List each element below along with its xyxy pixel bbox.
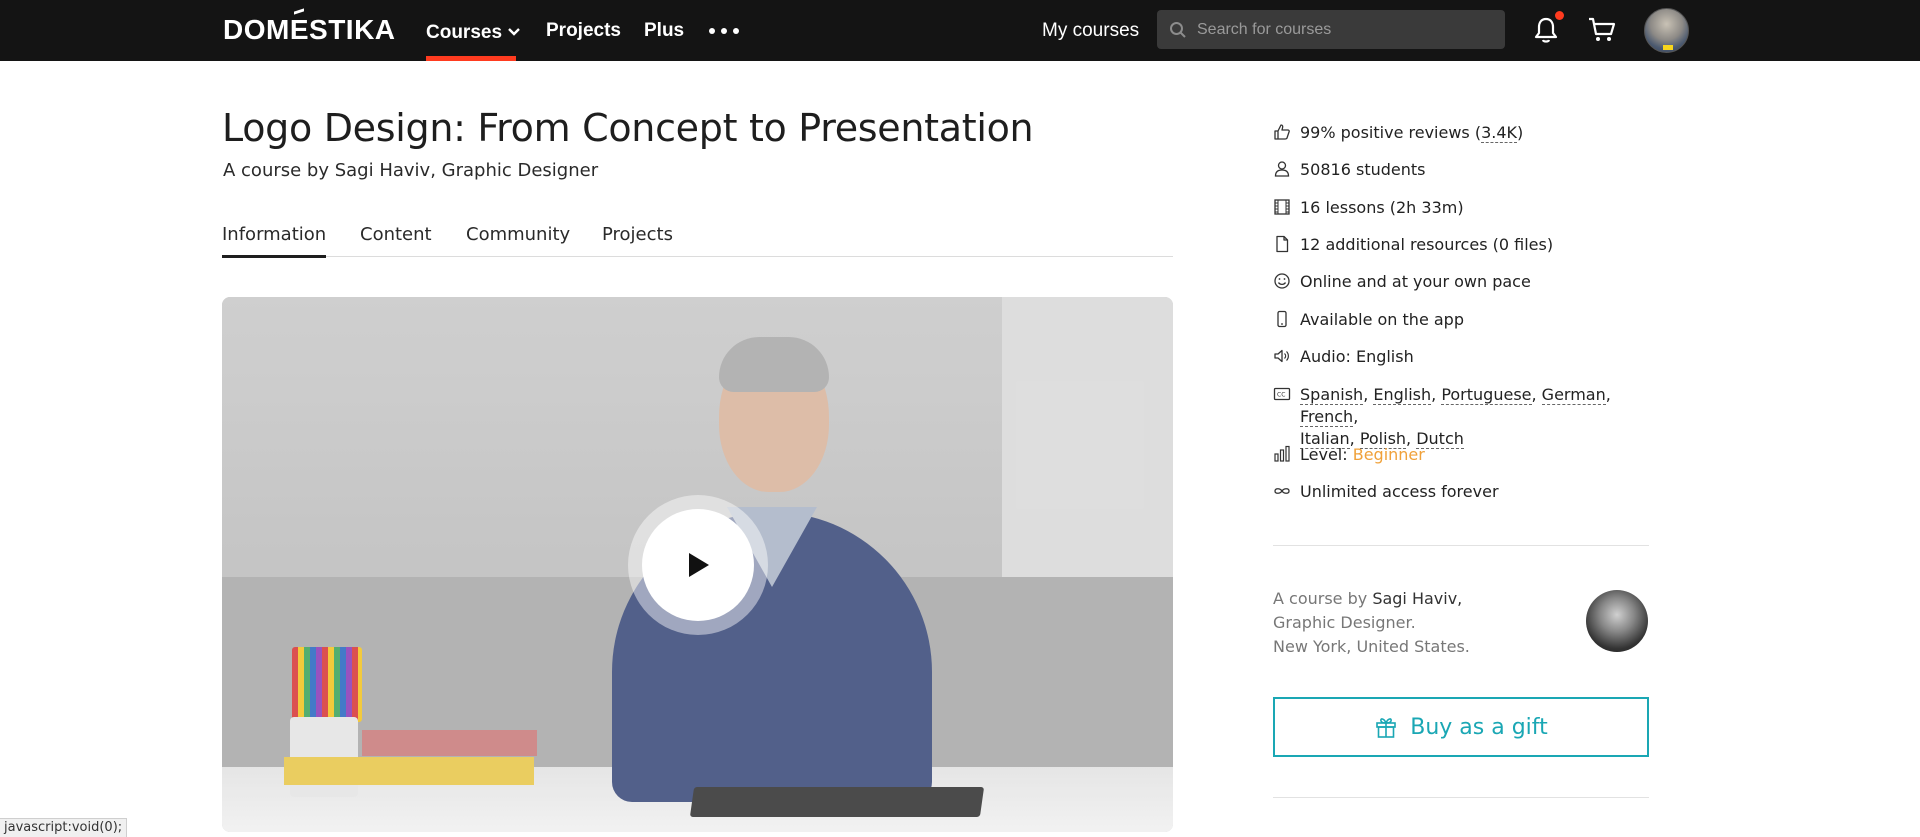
film-icon [1274, 199, 1290, 215]
nav-plus[interactable]: Plus [644, 0, 684, 61]
fact-audio: Audio: English [1273, 346, 1414, 368]
smiley-icon [1274, 273, 1290, 289]
user-icon [1274, 161, 1290, 177]
fact-pace: Online and at your own pace [1273, 271, 1531, 293]
subtitle-language[interactable]: French [1300, 407, 1354, 427]
subtitle-language[interactable]: English [1373, 385, 1432, 405]
author-location: New York, United States. [1273, 637, 1470, 656]
nav-courses[interactable]: Courses [426, 0, 520, 61]
top-navigation-bar: DOMESTIKA Courses Projects Plus My cours… [0, 0, 1920, 61]
fact-subtitles: CC Spanish, English, Portuguese, German,… [1273, 384, 1640, 450]
divider [1273, 545, 1649, 546]
closed-captions-icon: CC [1273, 387, 1291, 401]
tab-content[interactable]: Content [360, 222, 432, 257]
course-title: Logo Design: From Concept to Presentatio… [222, 106, 1034, 150]
subtitle-language[interactable]: Spanish [1300, 385, 1364, 405]
author-prefix: A course by [1273, 589, 1373, 608]
lessons-count: 16 lessons (2h 33m) [1300, 198, 1464, 217]
divider [1273, 797, 1649, 798]
notification-dot [1555, 11, 1564, 20]
reviews-suffix: ) [1517, 123, 1524, 142]
search-bar[interactable] [1157, 10, 1505, 49]
audio-language: Audio: English [1300, 347, 1414, 366]
search-input[interactable] [1197, 20, 1505, 39]
play-button[interactable] [628, 495, 768, 635]
author-info: A course by Sagi Haviv, Graphic Designer… [1273, 587, 1573, 659]
tab-community[interactable]: Community [466, 222, 570, 257]
course-trailer-video[interactable] [222, 297, 1173, 832]
play-icon [642, 509, 754, 621]
level-value: Beginner [1352, 445, 1425, 464]
fact-access: Unlimited access forever [1273, 481, 1499, 503]
fact-resources: 12 additional resources (0 files) [1273, 234, 1553, 256]
infinity-icon [1274, 488, 1290, 494]
tab-information[interactable]: Information [222, 222, 327, 258]
more-menu-icon[interactable] [709, 0, 739, 61]
chevron-down-icon [508, 0, 520, 61]
app-availability: Available on the app [1300, 310, 1464, 329]
user-avatar[interactable] [1644, 8, 1689, 53]
pace-text: Online and at your own pace [1300, 272, 1531, 291]
nav-my-courses[interactable]: My courses [1042, 0, 1139, 61]
thumbs-up-icon [1274, 124, 1290, 140]
access-text: Unlimited access forever [1300, 482, 1499, 501]
fact-lessons: 16 lessons (2h 33m) [1273, 197, 1464, 219]
svg-text:CC: CC [1277, 392, 1285, 399]
buy-as-gift-button[interactable]: Buy as a gift [1273, 697, 1649, 757]
author-avatar[interactable] [1586, 590, 1648, 652]
speaker-icon [1274, 349, 1289, 363]
fact-reviews: 99% positive reviews (3.4K) [1273, 122, 1523, 144]
gift-icon [1376, 718, 1397, 738]
fact-level: Level: Beginner [1273, 444, 1425, 466]
browser-status-bar: javascript:void(0); [0, 818, 128, 837]
active-nav-indicator [426, 56, 516, 61]
level-label: Level: [1300, 445, 1353, 464]
tab-projects[interactable]: Projects [602, 222, 673, 257]
author-name-link[interactable]: Sagi Haviv, [1372, 589, 1462, 608]
document-icon [1276, 235, 1289, 253]
students-count: 50816 students [1300, 160, 1426, 179]
nav-courses-label: Courses [426, 22, 503, 43]
resources-count: 12 additional resources (0 files) [1300, 235, 1554, 254]
subtitle-language[interactable]: Portuguese [1441, 385, 1532, 405]
reviews-prefix: 99% positive reviews ( [1300, 123, 1482, 142]
course-tabs: Information Content Community Projects [222, 222, 1173, 258]
fact-students: 50816 students [1273, 159, 1425, 181]
notifications-bell-icon[interactable] [1533, 16, 1559, 44]
search-icon [1170, 21, 1186, 38]
mobile-phone-icon [1277, 310, 1287, 328]
reviews-count-link[interactable]: 3.4K [1481, 123, 1518, 143]
bar-levels-icon [1274, 445, 1290, 462]
buy-as-gift-label: Buy as a gift [1410, 714, 1548, 740]
subtitle-language[interactable]: German [1541, 385, 1606, 405]
cart-icon[interactable] [1587, 16, 1617, 44]
domestika-logo[interactable]: DOMESTIKA [223, 14, 396, 46]
course-byline: A course by Sagi Haviv, Graphic Designer [223, 160, 599, 181]
fact-app: Available on the app [1273, 309, 1464, 331]
author-role: Graphic Designer. [1273, 613, 1416, 632]
nav-projects[interactable]: Projects [546, 0, 621, 61]
